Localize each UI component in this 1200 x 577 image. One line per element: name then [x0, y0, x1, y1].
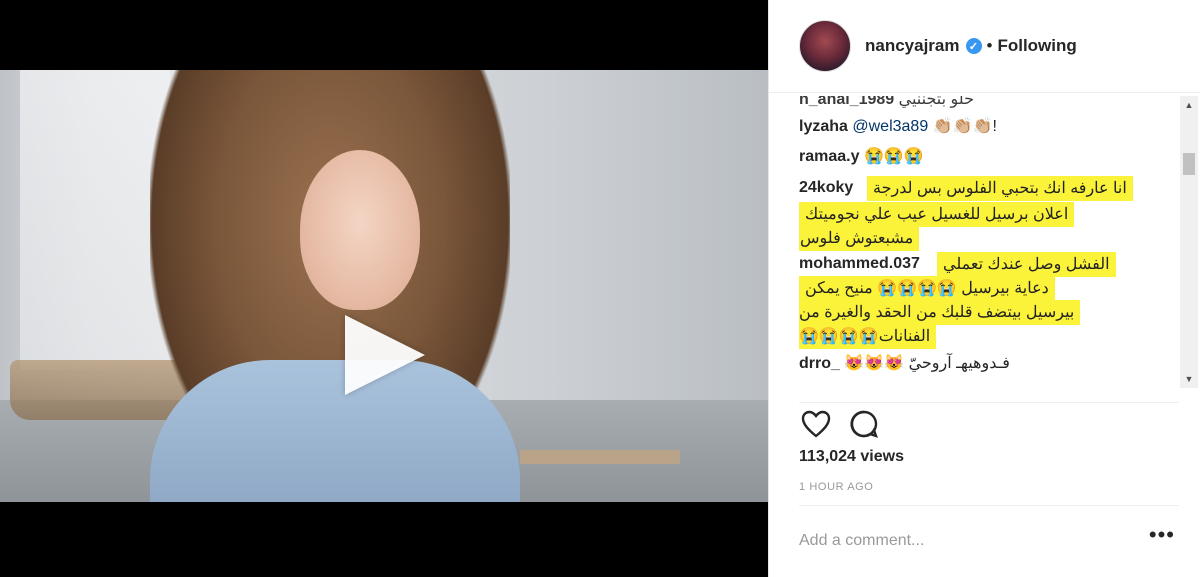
more-options-icon[interactable]: ••• [1149, 524, 1175, 546]
comment-text-line: اعلان برسيل للغسيل عيب علي نجوميتك [799, 202, 1075, 227]
video-pane: persillebanon [0, 0, 768, 577]
comment-username[interactable]: 24koky [799, 179, 853, 196]
highlighted-comment-line: مشبعتوش فلوس [799, 226, 920, 251]
comment-bubble-icon[interactable] [847, 407, 881, 441]
comment-username[interactable]: lyzaha [799, 118, 848, 135]
verified-badge-icon: ✓ [965, 38, 982, 54]
comment-username[interactable]: drro_ [799, 355, 840, 372]
avatar[interactable] [799, 20, 851, 72]
comments-scrollbar[interactable]: ▲ ▼ [1180, 96, 1198, 388]
highlighted-comment-line: دعاية بيرسيل 😭😭😭😭 منيح يمكن [799, 276, 1055, 301]
comment-text: 😭😭😭 [863, 148, 924, 165]
video-background-window [20, 70, 170, 370]
highlighted-comment-line: انا عارفه انك بتحبي الفلوس بس لدرجة [867, 176, 1133, 201]
highlighted-comment-line: بيرسيل بيتضف قلبك من الحقد والغيرة من [799, 300, 1081, 325]
highlighted-comment-line: اعلان برسيل للغسيل عيب علي نجوميتك [799, 202, 1075, 227]
comment-item: drro_ فـدوهيهـ آروحيّ 😻😻😻 [799, 350, 1169, 377]
comment-text-line: مشبعتوش فلوس [799, 226, 920, 251]
comment-list: h_anal_1989 حلو بتجننيي lyzaha @wel3a89 … [799, 96, 1179, 388]
highlighted-comment-line: الفنانات😭😭😭😭 [799, 324, 937, 349]
post-timestamp[interactable]: 1 HOUR AGO [799, 481, 873, 493]
comment-text: 👏🏼👏🏼👏🏼! [932, 118, 997, 135]
comment-mention[interactable]: @wel3a89 [852, 118, 928, 135]
views-count[interactable]: 113,024 views [799, 448, 904, 466]
scroll-thumb[interactable] [1183, 153, 1195, 175]
comment-username[interactable]: ramaa.y [799, 148, 860, 165]
comment-item: h_anal_1989 حلو بتجننيي [799, 96, 1169, 113]
comment-item: ramaa.y 😭😭😭 [799, 143, 1169, 170]
comment-username[interactable]: mohammed.037 [799, 255, 920, 272]
video-background-shelf [520, 450, 680, 464]
post-side-panel: nancyajram ✓ • Following h_anal_1989 حلو… [768, 0, 1200, 577]
header-username[interactable]: nancyajram [865, 36, 960, 56]
comment-composer: ••• [799, 505, 1179, 575]
comment-item: lyzaha @wel3a89 👏🏼👏🏼👏🏼! [799, 113, 1169, 140]
scroll-up-arrow-icon[interactable]: ▲ [1180, 96, 1198, 114]
comment-text-line: الفشل وصل عندك تعملي [937, 252, 1116, 277]
video-person-shirt [150, 360, 520, 502]
comment-text: حلو بتجننيي [898, 96, 974, 108]
post-header: nancyajram ✓ • Following [769, 0, 1200, 93]
heart-icon[interactable] [799, 407, 833, 441]
highlighted-comment-line: الفشل وصل عندك تعملي [937, 252, 1116, 277]
comment-username[interactable]: h_anal_1989 [799, 96, 894, 108]
comment-text-line: انا عارفه انك بتحبي الفلوس بس لدرجة [867, 176, 1133, 201]
video-player[interactable]: persillebanon [0, 70, 768, 502]
post-actions [799, 402, 1179, 442]
comment-text-line: بيرسيل بيتضف قلبك من الحقد والغيرة من [799, 300, 1081, 325]
play-icon[interactable] [345, 315, 425, 395]
header-separator: • [986, 36, 993, 55]
comment-text-line: دعاية بيرسيل 😭😭😭😭 منيح يمكن [799, 276, 1055, 301]
video-person-face [300, 150, 420, 310]
scroll-down-arrow-icon[interactable]: ▼ [1180, 370, 1198, 388]
comment-text-line: الفنانات😭😭😭😭 [799, 324, 937, 349]
comment-text: فـدوهيهـ آروحيّ 😻😻😻 [844, 355, 1010, 372]
following-button[interactable]: Following [997, 36, 1076, 56]
add-comment-input[interactable] [799, 531, 1119, 550]
